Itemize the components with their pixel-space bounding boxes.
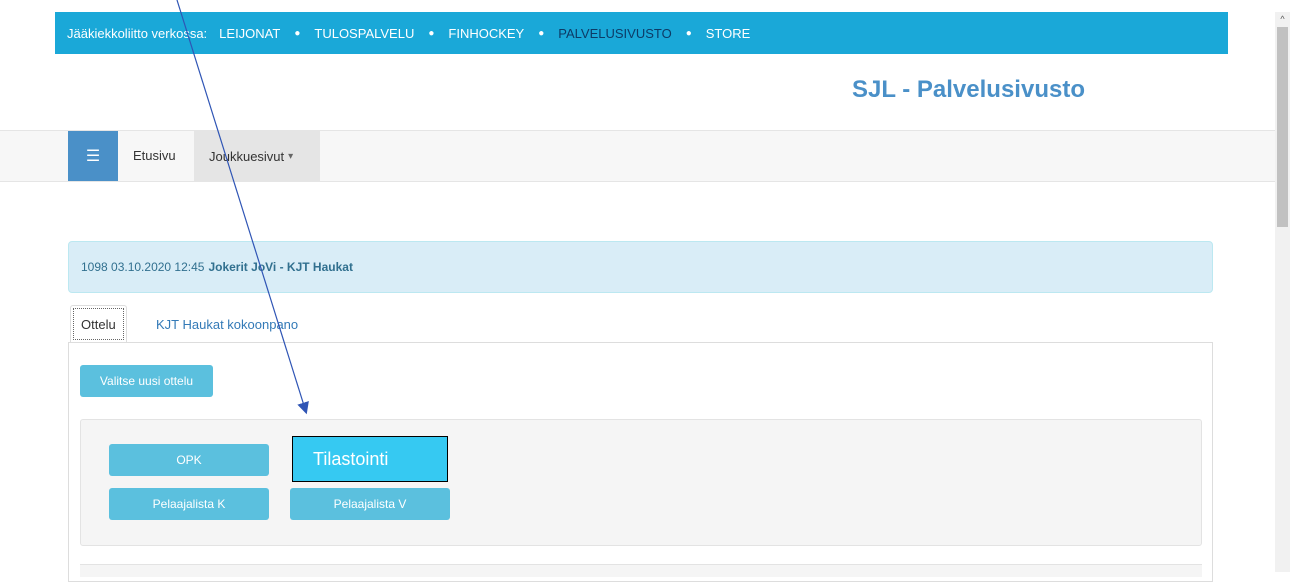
annotation-arrow (176, 0, 309, 415)
